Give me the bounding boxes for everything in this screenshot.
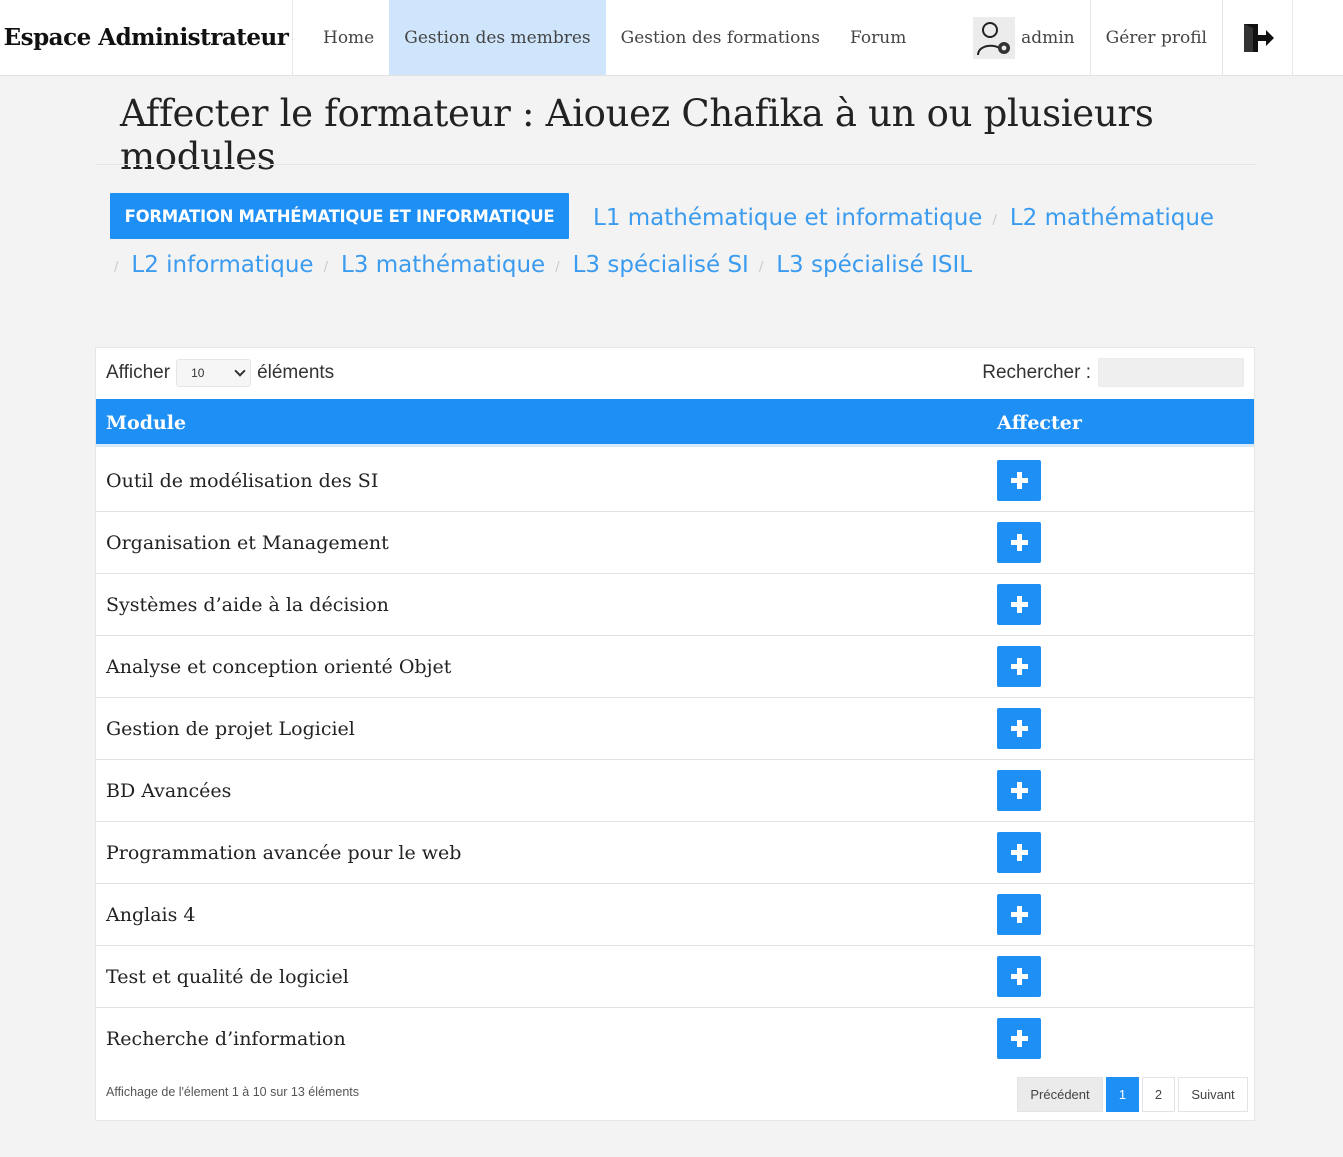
affecter-button[interactable] bbox=[997, 708, 1041, 749]
breadcrumb-line-2: / L2 informatique / L3 mathématique / L3… bbox=[114, 252, 972, 278]
plus-icon bbox=[1010, 844, 1028, 861]
nav-gestion-formations[interactable]: Gestion des formations bbox=[606, 0, 835, 75]
module-name: Organisation et Management bbox=[106, 531, 389, 554]
affecter-button[interactable] bbox=[997, 832, 1041, 873]
affecter-button[interactable] bbox=[997, 646, 1041, 687]
breadcrumb-level-l3-si[interactable]: L3 spécialisé SI bbox=[573, 252, 749, 278]
breadcrumb-level-l2-info[interactable]: L2 informatique bbox=[131, 252, 313, 278]
plus-icon bbox=[1010, 534, 1028, 551]
table-row: Outil de modélisation des SI bbox=[96, 450, 1254, 512]
logout-button[interactable] bbox=[1223, 0, 1293, 75]
table-row: Systèmes d’aide à la décision bbox=[96, 574, 1254, 636]
user-name: admin bbox=[1021, 27, 1075, 48]
title-divider bbox=[96, 164, 1256, 165]
modules-table-panel: Afficher 10 éléments Rechercher : Module… bbox=[95, 347, 1255, 1121]
logout-icon bbox=[1243, 23, 1274, 52]
plus-icon bbox=[1010, 596, 1028, 613]
show-suffix: éléments bbox=[257, 362, 335, 383]
table-info: Affichage de l'élement 1 à 10 sur 13 élé… bbox=[106, 1085, 360, 1099]
column-header-module[interactable]: Module bbox=[106, 399, 186, 447]
affecter-button[interactable] bbox=[997, 460, 1041, 501]
breadcrumb-separator: / bbox=[758, 259, 764, 275]
pagination-next[interactable]: Suivant bbox=[1178, 1077, 1248, 1112]
breadcrumb-level-l3-isil[interactable]: L3 spécialisé ISIL bbox=[776, 252, 972, 278]
table-row: Gestion de projet Logiciel bbox=[96, 698, 1254, 760]
plus-icon bbox=[1010, 968, 1028, 985]
manage-profile-link[interactable]: Gérer profil bbox=[1091, 0, 1223, 75]
module-name: Anglais 4 bbox=[106, 903, 196, 926]
breadcrumb-level-l1-math-info[interactable]: L1 mathématique et informatique bbox=[593, 205, 982, 231]
plus-icon bbox=[1010, 782, 1028, 799]
pagination-page-1[interactable]: 1 bbox=[1106, 1077, 1139, 1112]
length-select[interactable]: 10 bbox=[176, 359, 252, 387]
breadcrumb-level-l2-math[interactable]: L2 mathématique bbox=[1010, 205, 1214, 231]
plus-icon bbox=[1010, 906, 1028, 923]
search-label: Rechercher : bbox=[982, 361, 1091, 383]
brand-title[interactable]: Espace Administrateur bbox=[0, 0, 293, 75]
module-name: Systèmes d’aide à la décision bbox=[106, 593, 389, 616]
module-name: Recherche d’information bbox=[106, 1027, 346, 1050]
breadcrumb-separator: / bbox=[323, 259, 328, 275]
breadcrumb-separator: / bbox=[555, 259, 560, 275]
affecter-button[interactable] bbox=[997, 770, 1041, 811]
plus-icon bbox=[1010, 472, 1028, 489]
nav-right: admin Gérer profil bbox=[973, 0, 1293, 75]
show-label: Afficher bbox=[106, 362, 171, 383]
table-row: Programmation avancée pour le web bbox=[96, 822, 1254, 884]
user-menu[interactable]: admin bbox=[973, 0, 1091, 75]
table-row: Anglais 4 bbox=[96, 884, 1254, 946]
chevron-down-icon bbox=[234, 365, 246, 377]
module-name: Programmation avancée pour le web bbox=[106, 841, 462, 864]
top-navbar: Espace Administrateur Home Gestion des m… bbox=[0, 0, 1343, 76]
column-header-affecter[interactable]: Affecter bbox=[997, 399, 1082, 447]
table-header: Module Affecter bbox=[96, 399, 1254, 447]
table-row: Organisation et Management bbox=[96, 512, 1254, 574]
plus-icon bbox=[1010, 1030, 1028, 1047]
table-body: Outil de modélisation des SI Organisatio… bbox=[96, 450, 1254, 1070]
user-settings-icon bbox=[973, 16, 1016, 59]
affecter-button[interactable] bbox=[997, 894, 1041, 935]
table-row: Recherche d’information bbox=[96, 1008, 1254, 1070]
plus-icon bbox=[1010, 720, 1028, 737]
module-name: Outil de modélisation des SI bbox=[106, 469, 379, 492]
breadcrumb-separator: / bbox=[114, 259, 119, 275]
plus-icon bbox=[1010, 658, 1028, 675]
affecter-button[interactable] bbox=[997, 956, 1041, 997]
breadcrumb-level-l3-math[interactable]: L3 mathématique bbox=[341, 252, 545, 278]
breadcrumb-line-1: L1 mathématique et informatique / L2 mat… bbox=[593, 205, 1214, 231]
module-name: Test et qualité de logiciel bbox=[106, 965, 349, 988]
affecter-button[interactable] bbox=[997, 522, 1041, 563]
breadcrumb-separator: / bbox=[992, 212, 997, 228]
length-control: Afficher 10 éléments bbox=[106, 359, 334, 387]
module-name: Analyse et conception orienté Objet bbox=[106, 655, 452, 678]
nav-home[interactable]: Home bbox=[293, 0, 389, 75]
table-row: Analyse et conception orienté Objet bbox=[96, 636, 1254, 698]
page-title: Affecter le formateur : Aiouez Chafika à… bbox=[120, 92, 1154, 178]
affecter-button[interactable] bbox=[997, 1018, 1041, 1059]
affecter-button[interactable] bbox=[997, 584, 1041, 625]
nav-links: Home Gestion des membres Gestion des for… bbox=[293, 0, 921, 75]
pagination-previous[interactable]: Précédent bbox=[1017, 1077, 1103, 1112]
pagination-page-2[interactable]: 2 bbox=[1142, 1077, 1175, 1112]
length-value: 10 bbox=[191, 366, 205, 380]
nav-gestion-membres[interactable]: Gestion des membres bbox=[389, 0, 606, 75]
table-row: BD Avancées bbox=[96, 760, 1254, 822]
nav-forum[interactable]: Forum bbox=[835, 0, 921, 75]
search-control: Rechercher : bbox=[982, 358, 1244, 387]
search-input[interactable] bbox=[1098, 358, 1244, 387]
formation-button[interactable]: FORMATION MATHÉMATIQUE ET INFORMATIQUE bbox=[110, 193, 569, 239]
table-row: Test et qualité de logiciel bbox=[96, 946, 1254, 1008]
pagination: Précédent 1 2 Suivant bbox=[1014, 1077, 1248, 1112]
module-name: BD Avancées bbox=[106, 779, 232, 802]
module-name: Gestion de projet Logiciel bbox=[106, 717, 355, 740]
